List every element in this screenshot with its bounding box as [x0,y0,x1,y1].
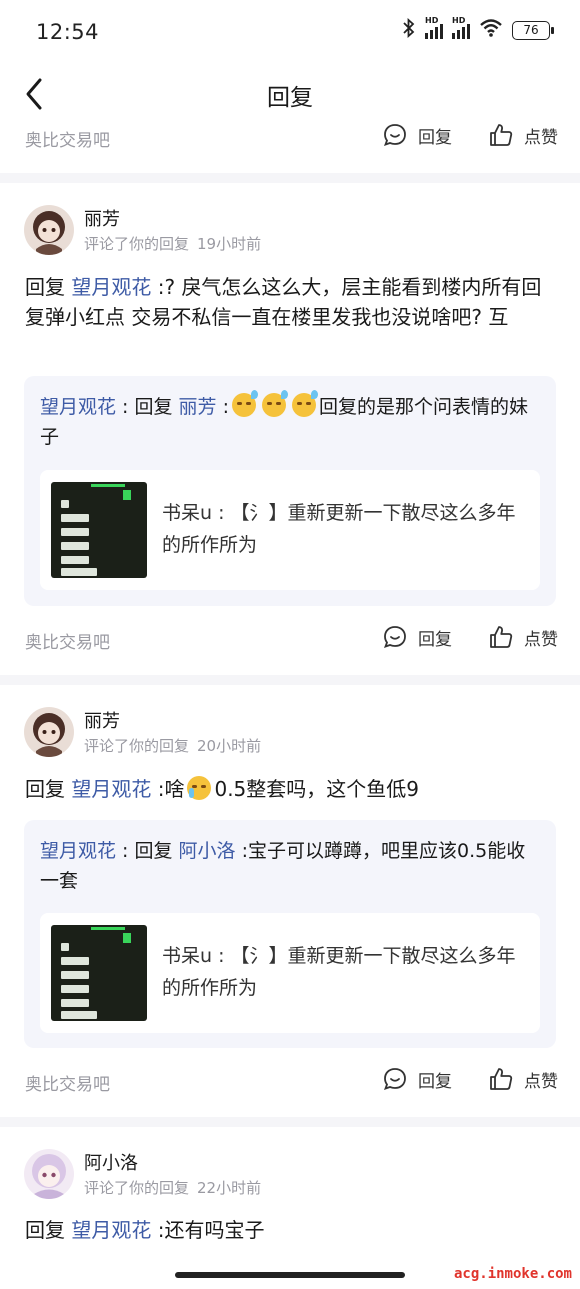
comment-meta: 评论了你的回复 22小时前 [84,1177,269,1198]
mention-link[interactable]: 阿小洛 [179,840,236,862]
item-footer: 奥比交易吧 回复 点赞 [0,118,580,158]
watermark: acg.inmoke.com [453,1266,572,1282]
reply-button[interactable]: 回复 [382,1066,452,1092]
battery-icon: 76 [512,20,554,40]
mention-link[interactable]: 望月观花 [71,777,151,801]
action-text: 评论了你的回复 [84,235,190,253]
quoted-reply[interactable]: 望月观花 : 回复 丽芳 : 回复的是那个问表情的妹子 书呆u : 【氵】重新更新… [24,376,556,606]
thumbs-up-icon [490,124,513,146]
forum-link[interactable]: 奥比交易吧 [25,1070,110,1095]
like-label: 点赞 [524,1071,558,1092]
wifi-icon [479,18,503,42]
avatar[interactable] [24,707,74,757]
crying-emoji-icon [187,776,212,800]
reply-label: 回复 [418,629,452,650]
reply-label: 回复 [418,127,452,148]
thumbs-up-icon [490,1068,513,1090]
quoted-reply-text: 望月观花 : 回复 阿小洛 :宝子可以蹲蹲，吧里应该0.5能收一套 [40,840,526,892]
post-thumbnail [51,482,147,578]
action-text: 评论了你的回复 [84,1179,190,1197]
username[interactable]: 丽芳 [84,707,120,733]
username[interactable]: 阿小洛 [84,1149,138,1175]
mention-link[interactable]: 丽芳 [179,396,217,418]
reply-button[interactable]: 回复 [382,624,452,650]
author-link[interactable]: 望月观花 [40,396,116,418]
bluetooth-icon [402,17,416,42]
original-post-text: 书呆u : 【氵】重新更新一下散尽这么多年的所作所为 [162,502,516,556]
home-indicator[interactable] [175,1272,405,1278]
like-button[interactable]: 点赞 [488,122,558,148]
page-title: 回复 [267,85,313,111]
author-link[interactable]: 望月观花 [40,840,116,862]
original-post-card[interactable]: 书呆u : 【氵】重新更新一下散尽这么多年的所作所为 [40,913,540,1033]
timestamp: 20小时前 [197,737,262,755]
like-button[interactable]: 点赞 [488,624,558,650]
comment-icon [383,1068,406,1090]
original-post-text: 书呆u : 【氵】重新更新一下散尽这么多年的所作所为 [162,945,516,999]
forum-link[interactable]: 奥比交易吧 [25,628,110,653]
sweat-emoji-icon [262,390,289,417]
nav-bar: 回复 [0,64,580,124]
status-icons: HD HD 76 [402,16,554,42]
reply-label: 回复 [418,1071,452,1092]
divider [0,675,580,685]
like-label: 点赞 [524,629,558,650]
avatar[interactable] [24,205,74,255]
quoted-reply-text: 望月观花 : 回复 丽芳 : 回复的是那个问表情的妹子 [40,390,540,452]
mention-link[interactable]: 望月观花 [71,1218,151,1242]
status-time: 12:54 [36,20,100,44]
thumbs-up-icon [490,626,513,648]
like-label: 点赞 [524,127,558,148]
item-footer: 奥比交易吧 回复 点赞 [0,1062,580,1102]
item-footer: 奥比交易吧 回复 点赞 [0,620,580,660]
username[interactable]: 丽芳 [84,205,120,231]
timestamp: 22小时前 [197,1179,262,1197]
avatar[interactable] [24,1149,74,1199]
status-bar: 12:54 HD HD 76 [0,0,580,64]
sweat-emoji-icon [232,390,259,417]
divider [0,173,580,183]
sweat-emoji-icon [292,390,319,417]
comment-meta: 评论了你的回复 19小时前 [84,233,269,254]
comment-icon [383,124,406,146]
timestamp: 19小时前 [197,235,262,253]
comment-meta: 评论了你的回复 20小时前 [84,735,269,756]
signal-icon-2: HD [452,16,470,39]
reply-button[interactable]: 回复 [382,122,452,148]
divider [0,1117,580,1127]
comment-body[interactable]: 回复 望月观花 :啥 0.5整套吗，这个鱼低9 [25,774,560,804]
post-thumbnail [51,925,147,1021]
mention-link[interactable]: 望月观花 [71,275,151,299]
comment-body[interactable]: 回复 望月观花 :? 戾气怎么这么大，层主能看到楼内所有回复弹小红点 交易不私信… [25,272,560,332]
signal-icon: HD [425,16,443,39]
original-post-card[interactable]: 书呆u : 【氵】重新更新一下散尽这么多年的所作所为 [40,470,540,590]
comment-icon [383,626,406,648]
quoted-reply[interactable]: 望月观花 : 回复 阿小洛 :宝子可以蹲蹲，吧里应该0.5能收一套 书呆u : … [24,820,556,1048]
forum-link[interactable]: 奥比交易吧 [25,126,110,151]
comment-body[interactable]: 回复 望月观花 :还有吗宝子 [25,1215,560,1245]
action-text: 评论了你的回复 [84,737,190,755]
like-button[interactable]: 点赞 [488,1066,558,1092]
